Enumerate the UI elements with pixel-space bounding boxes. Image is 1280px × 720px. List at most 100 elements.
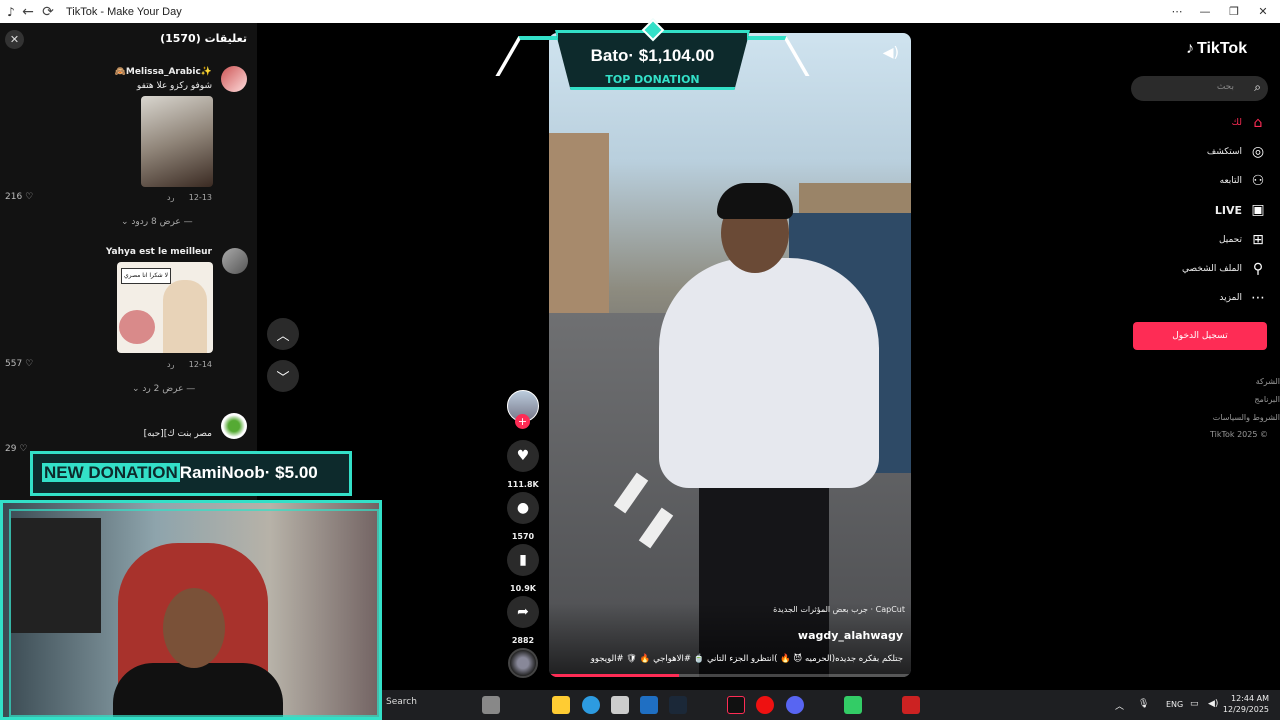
webcam-hud-frame	[9, 509, 379, 717]
chevron-up-icon: ︿	[276, 328, 290, 344]
comment-sticker[interactable]: لا شكرا انا مصري	[117, 262, 213, 353]
menu-item-profile[interactable]: ⚲ الملف الشخصي	[1182, 261, 1266, 277]
reply-button[interactable]: رد	[167, 193, 174, 202]
comment-username[interactable]: 🙈Melissa_Arabic✨	[115, 67, 212, 77]
view-replies-button[interactable]: — عرض 8 ردود ⌄	[121, 217, 193, 227]
share-arrow-icon[interactable]: ➦	[507, 596, 539, 628]
comment-avatar[interactable]	[221, 413, 247, 439]
like-action[interactable]: ♥ 111.8K	[507, 440, 539, 489]
video-description: جتلكم بفكره جديده(الحرميه 😈 🔥 )انتظرو ال…	[590, 654, 903, 664]
comment-like-button[interactable]: 557 ♡	[5, 359, 33, 369]
menu-label: LIVE	[1214, 203, 1242, 217]
search-icon[interactable]: ⌕	[1254, 80, 1261, 95]
video-person-hoodie	[659, 258, 879, 488]
footer-link-company[interactable]: الشركة	[1256, 377, 1280, 386]
capcut-tag[interactable]: CapCut · جرب بعض المؤثرات الجديدة	[773, 605, 905, 614]
bookmark-icon[interactable]: ▮	[507, 544, 539, 576]
view-replies-label: عرض 2 رد	[142, 384, 184, 394]
close-comments-button[interactable]: ✕	[5, 30, 24, 49]
view-replies-label: عرض 8 ردود	[131, 217, 181, 227]
taskbar-clock[interactable]: 12:44 AM 12/29/2025	[1223, 693, 1269, 715]
app-icon[interactable]	[844, 696, 862, 714]
like-count: 29	[5, 444, 17, 454]
back-button[interactable]: ←	[18, 4, 38, 20]
microphone-icon[interactable]: 🎙	[1138, 699, 1149, 709]
share-action[interactable]: ➦ 2882	[507, 596, 539, 645]
restore-button[interactable]: ❐	[1219, 0, 1249, 23]
music-disc-icon[interactable]	[508, 648, 538, 678]
follow-button[interactable]: +	[515, 414, 530, 429]
comment-action[interactable]: ● 1570	[507, 492, 539, 541]
menu-item-live[interactable]: ▣ LIVE	[1215, 202, 1266, 218]
language-indicator[interactable]: ENG	[1166, 700, 1183, 709]
new-donation-text: NEW DONATION RamiNoob· $5.00	[42, 463, 318, 483]
next-video-button[interactable]: ﹀	[267, 360, 299, 392]
menu-item-upload[interactable]: ⊞ تحميل	[1219, 232, 1266, 248]
video-author[interactable]: wagdy_alahwagy	[798, 629, 903, 642]
heart-icon[interactable]: ♥	[507, 440, 539, 472]
video-player[interactable]: ◀) CapCut · جرب بعض المؤثرات الجديدة wag…	[549, 33, 911, 677]
discord-icon[interactable]	[786, 696, 804, 714]
close-window-button[interactable]: ✕	[1248, 0, 1278, 23]
menu-label: استكشف	[1206, 147, 1242, 157]
menu-label: التابعه	[1219, 176, 1242, 186]
app-icon[interactable]	[902, 696, 920, 714]
video-progress-bar[interactable]	[549, 674, 911, 677]
comment-like-button[interactable]: 216 ♡	[5, 192, 33, 202]
brain-icon	[119, 310, 155, 344]
store-icon[interactable]	[611, 696, 629, 714]
footer-link-terms[interactable]: الشروط والسياسات	[1213, 413, 1280, 422]
heart-outline-icon: ♡	[25, 359, 34, 369]
login-button[interactable]: تسجيل الدخول	[1133, 322, 1267, 350]
reload-button[interactable]: ⟳	[38, 4, 58, 20]
video-person-hair	[717, 183, 793, 219]
save-count: 10.9K	[510, 584, 536, 593]
edge-icon[interactable]	[582, 696, 600, 714]
footer-copyright: © 2025 TikTok	[1209, 430, 1268, 439]
comment-avatar[interactable]	[221, 66, 247, 92]
tiktok-logo[interactable]: ♪ TikTok	[1186, 40, 1247, 58]
comment-username[interactable]: Yahya est le meilleur	[106, 247, 212, 257]
tiktok-taskbar-icon[interactable]	[727, 696, 745, 714]
tray-chevron-icon[interactable]: ︿	[1115, 699, 1124, 712]
file-explorer-icon[interactable]	[552, 696, 570, 714]
taskbar-search[interactable]: Search	[386, 697, 417, 707]
menu-item-explore[interactable]: ◎ استكشف	[1207, 144, 1266, 160]
comments-panel: ✕ تعليقات (1570) 🙈Melissa_Arabic✨ شوفو ر…	[0, 23, 257, 500]
view-replies-button[interactable]: — عرض 2 رد ⌄	[132, 384, 195, 394]
chevron-down-icon: ﹀	[276, 370, 290, 386]
menu-item-foryou[interactable]: ⌂ لك	[1232, 115, 1266, 131]
menu-label: المزيد	[1219, 293, 1242, 303]
volume-icon[interactable]: ◀)	[883, 45, 899, 61]
previous-video-button[interactable]: ︿	[267, 318, 299, 350]
comment-image[interactable]	[141, 96, 213, 187]
taskbar-app-icon[interactable]	[482, 696, 500, 714]
minimize-button[interactable]: —	[1190, 0, 1220, 23]
logo-text: TikTok	[1197, 40, 1248, 57]
comment-avatar[interactable]	[222, 248, 248, 274]
video-progress-fill	[549, 674, 680, 677]
more-icon: ⋯	[1251, 290, 1265, 306]
network-icon[interactable]: ▭	[1190, 699, 1199, 709]
window-title: TikTok - Make Your Day	[66, 5, 182, 18]
top-donation-label: TOP DONATION	[605, 73, 700, 86]
footer-link-program[interactable]: البرنامج	[1254, 395, 1280, 404]
outlook-icon[interactable]	[640, 696, 658, 714]
share-count: 2882	[511, 636, 535, 645]
man-figure	[163, 280, 207, 353]
comments-title: تعليقات (1570)	[160, 32, 247, 45]
more-options-button[interactable]: ⋯	[1162, 0, 1192, 23]
steam-icon[interactable]	[669, 696, 687, 714]
menu-item-following[interactable]: ⚇ التابعه	[1220, 173, 1266, 189]
reply-button[interactable]: رد	[167, 360, 174, 369]
comment-like-button[interactable]: 29 ♡	[5, 444, 27, 454]
opera-icon[interactable]	[756, 696, 774, 714]
comment-text: شوفو ركزو علا هتفو	[136, 81, 212, 91]
volume-tray-icon[interactable]: ◀)	[1208, 699, 1218, 709]
search-input[interactable]: بحث ⌕	[1131, 76, 1268, 101]
save-action[interactable]: ▮ 10.9K	[507, 544, 539, 593]
webcam-overlay	[0, 500, 382, 720]
menu-label: تحميل	[1218, 235, 1242, 245]
menu-item-more[interactable]: ⋯ المزيد	[1219, 290, 1266, 306]
comment-bubble-icon[interactable]: ●	[507, 492, 539, 524]
